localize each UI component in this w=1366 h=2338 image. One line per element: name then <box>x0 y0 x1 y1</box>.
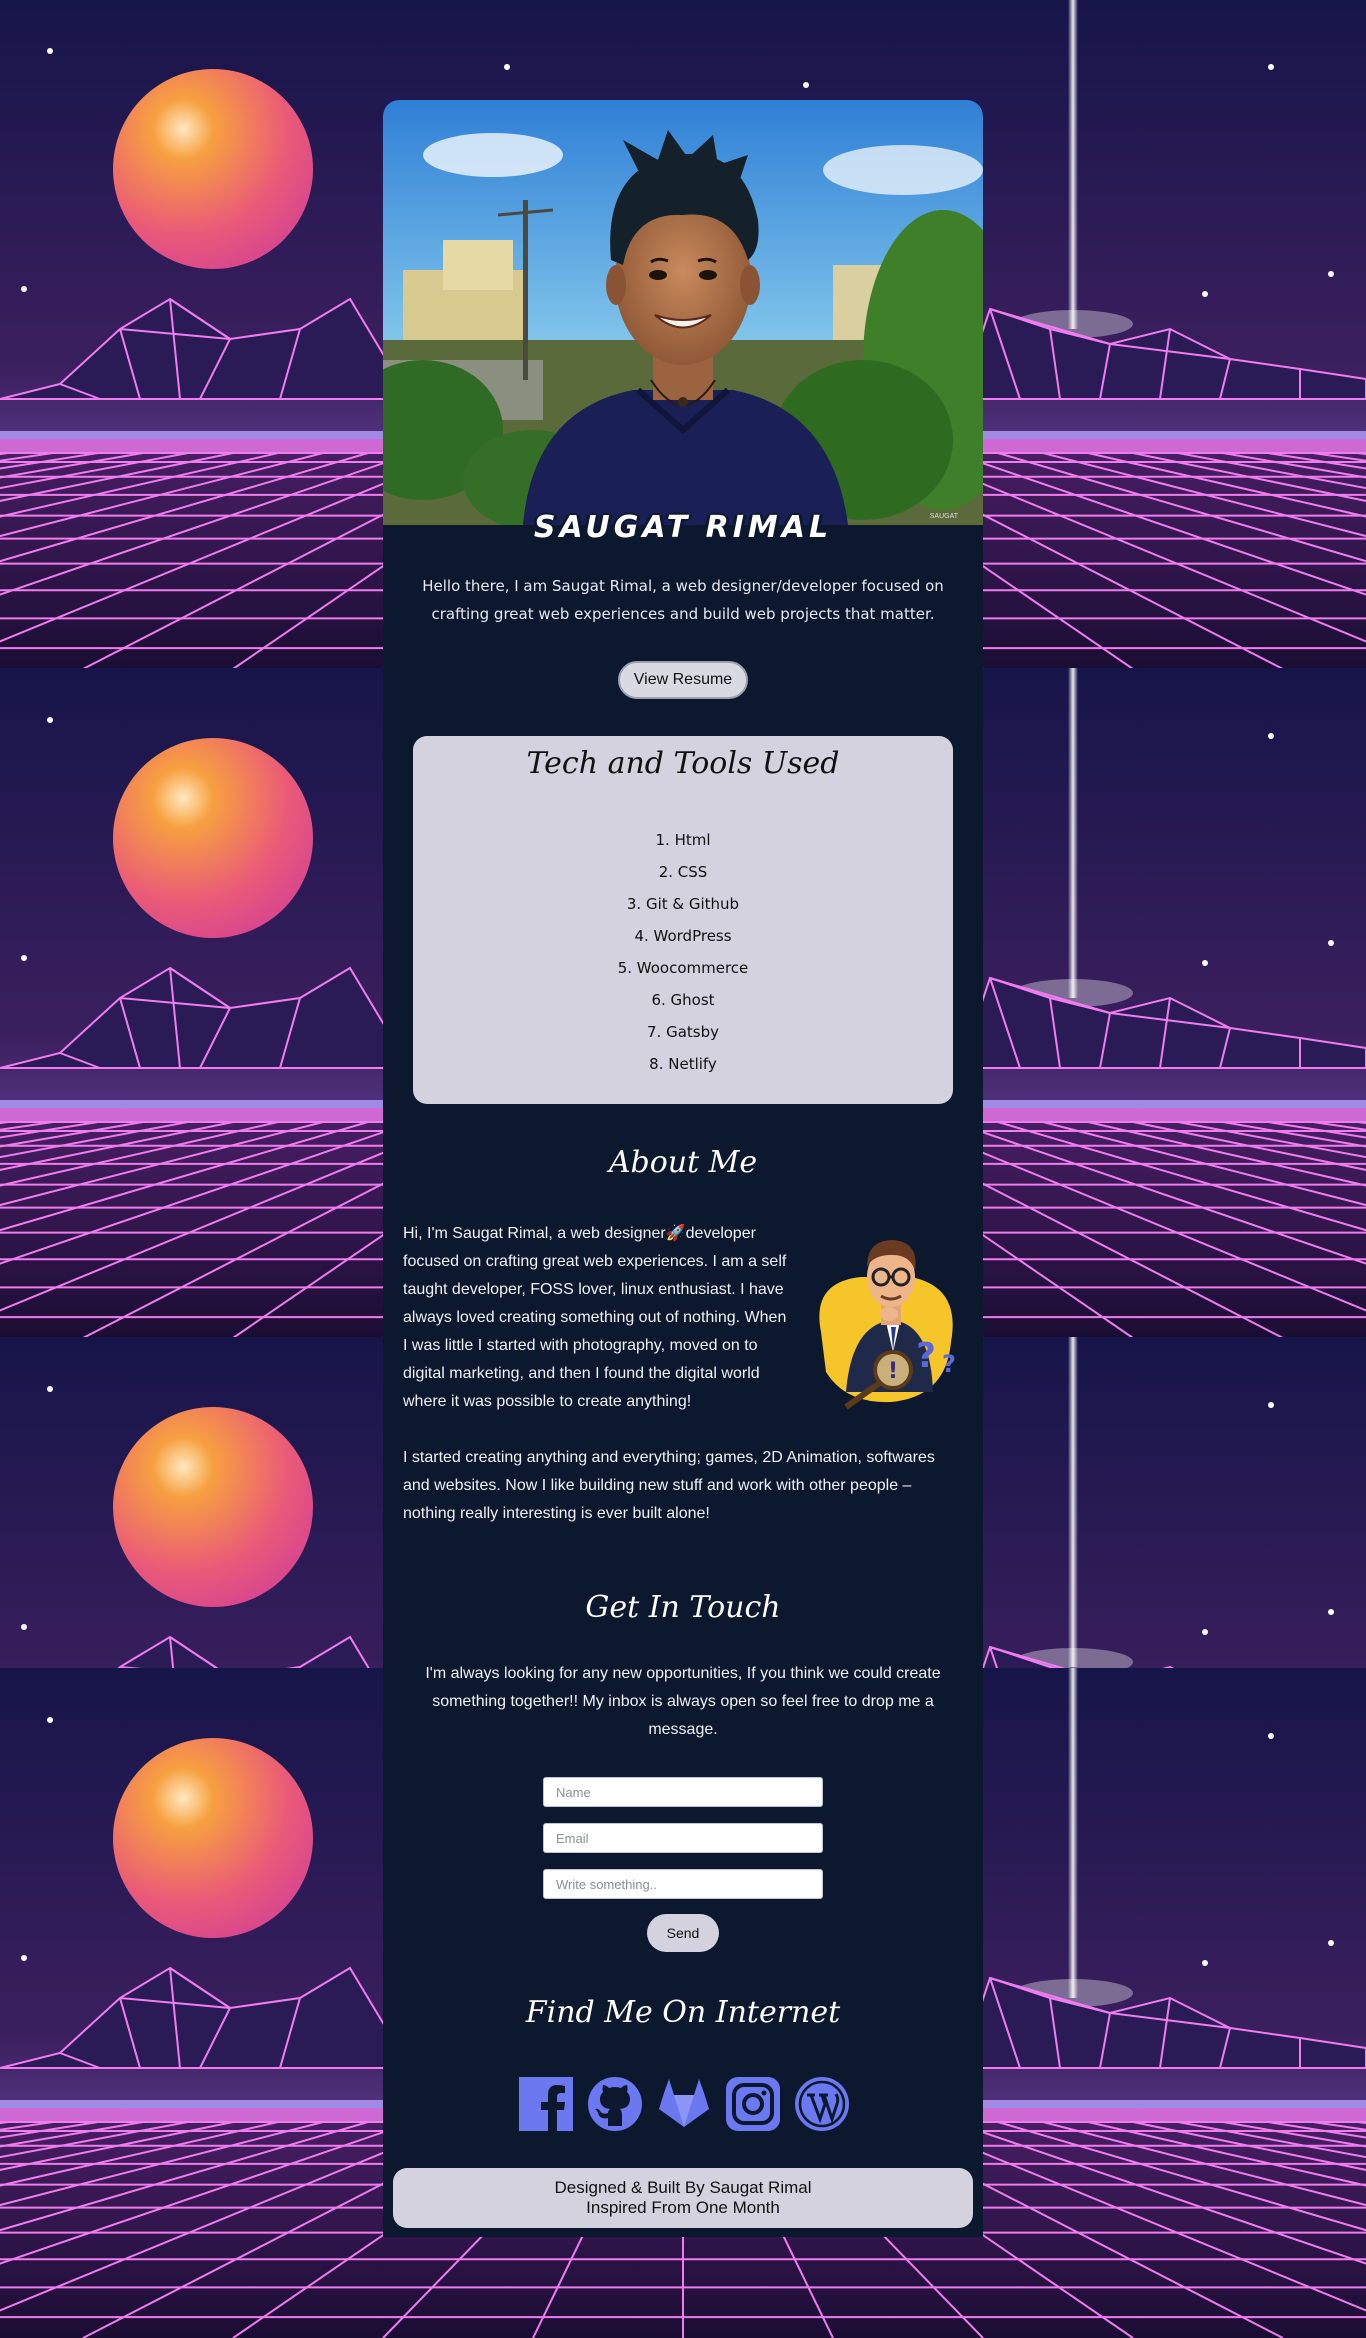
github-icon[interactable] <box>588 2077 642 2131</box>
intro-text: Hello there, I am Saugat Rimal, a web de… <box>422 577 944 623</box>
about-title: About Me <box>608 1145 758 1180</box>
gitlab-icon[interactable] <box>657 2077 711 2131</box>
social-links <box>519 2077 849 2133</box>
message-field[interactable] <box>543 1869 823 1899</box>
site-footer: Designed & Built By Saugat Rimal Inspire… <box>393 2168 973 2228</box>
about-paragraph-1: Hi, I'm Saugat Rimal, a web designer🚀dev… <box>403 1225 787 1410</box>
wordpress-icon[interactable] <box>795 2077 849 2131</box>
profile-photo: SAUGAT <box>383 100 983 525</box>
social-title: Find Me On Internet <box>525 1995 841 2030</box>
list-item: 7. Gatsby <box>647 1023 719 1041</box>
about-paragraph-2: I started creating anything and everythi… <box>403 1449 935 1522</box>
list-item: 2. CSS <box>658 863 708 881</box>
svg-text:!: ! <box>888 1359 898 1384</box>
thinking-avatar-illustration: ! ? ? <box>819 1240 956 1410</box>
list-item: 8. Netlify <box>649 1055 717 1073</box>
name-field[interactable] <box>543 1777 823 1807</box>
svg-text:?: ? <box>916 1336 936 1376</box>
tools-list: 1. Html 2. CSS 3. Git & Github 4. WordPr… <box>413 824 953 1080</box>
list-item: 4. WordPress <box>634 927 732 945</box>
email-field[interactable] <box>543 1823 823 1853</box>
list-item: 6. Ghost <box>651 991 715 1009</box>
contact-text: I'm always looking for any new opportuni… <box>425 1665 941 1738</box>
tech-tools-panel: Tech and Tools Used 1. Html 2. CSS 3. Gi… <box>413 736 953 1104</box>
facebook-icon[interactable] <box>519 2077 573 2131</box>
list-item: 5. Woocommerce <box>617 959 749 977</box>
list-item: 3. Git & Github <box>626 895 740 913</box>
contact-title: Get In Touch <box>585 1590 781 1625</box>
list-item: 1. Html <box>655 831 711 849</box>
instagram-icon[interactable] <box>726 2077 780 2131</box>
footer-inspiration: Inspired From One Month <box>586 2198 780 2217</box>
name-banner: SAUGAT RIMAL <box>533 510 833 545</box>
send-button[interactable]: Send <box>647 1914 719 1952</box>
footer-credit: Designed & Built By Saugat Rimal <box>554 2178 812 2197</box>
svg-text:?: ? <box>942 1350 956 1378</box>
portfolio-card: SAUGAT SAUGAT RIMAL Hello there, I am Sa… <box>383 100 983 2237</box>
tools-title: Tech and Tools Used <box>526 746 840 781</box>
view-resume-button[interactable]: View Resume <box>618 661 748 699</box>
